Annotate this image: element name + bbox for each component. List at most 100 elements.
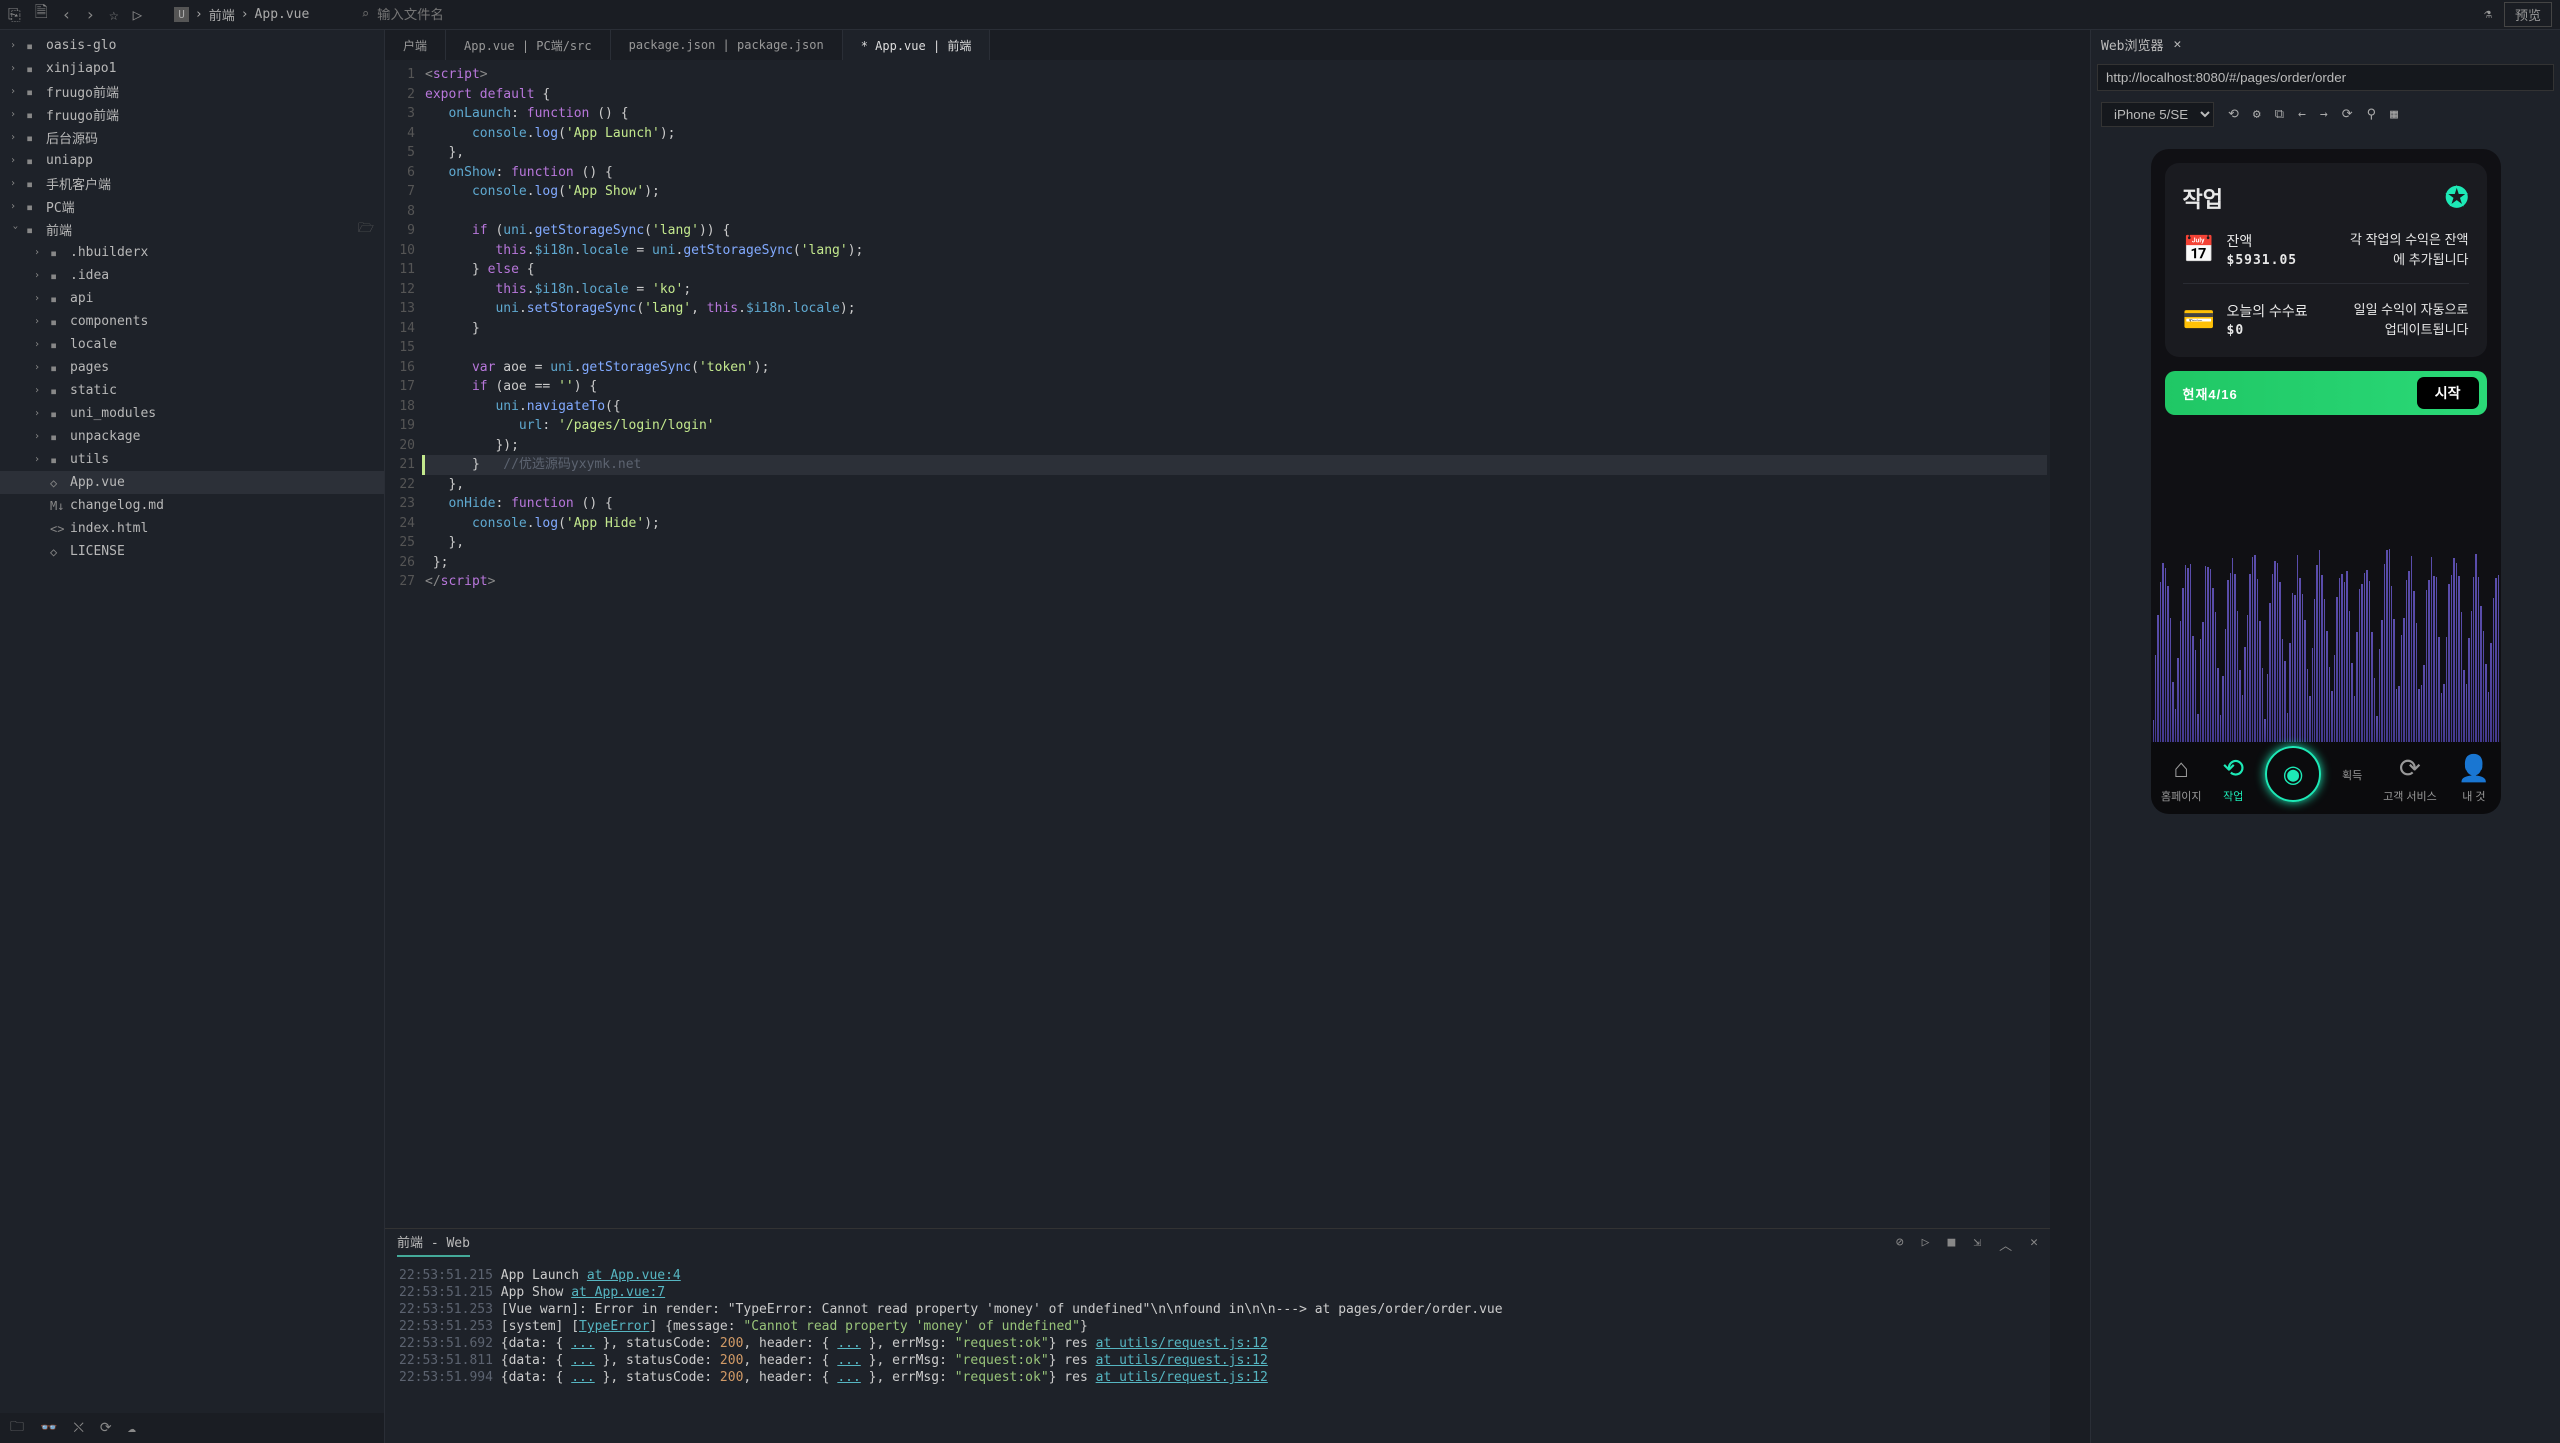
console-tab[interactable]: 前端 - Web xyxy=(397,1232,470,1257)
editor-tab[interactable]: package.json | package.json xyxy=(611,30,843,60)
folder-icon: ▪ xyxy=(50,246,64,260)
lock-icon[interactable]: ⚲ xyxy=(2367,107,2377,122)
device-select[interactable]: iPhone 5/SE xyxy=(2101,102,2214,127)
console-output[interactable]: 22:53:51.215 App Launch at App.vue:422:5… xyxy=(385,1259,2050,1443)
tree-label: pages xyxy=(70,360,109,375)
folder-icon: ▪ xyxy=(50,292,64,306)
nav-icon: ⟲ xyxy=(2222,753,2244,784)
tree-item[interactable]: ›▪fruugo前端 xyxy=(0,80,384,103)
console-collapse-icon[interactable]: ︿ xyxy=(1999,1235,2012,1254)
preview-tab-label[interactable]: Web浏览器 xyxy=(2101,35,2163,54)
nav-item[interactable]: 👤내 것 xyxy=(2458,753,2490,804)
tree-item[interactable]: ›▪uniapp xyxy=(0,149,384,172)
console-square-icon[interactable]: ■ xyxy=(1948,1235,1956,1254)
minimap[interactable] xyxy=(2050,60,2090,1443)
tree-item[interactable]: ›▪fruugo前端 xyxy=(0,103,384,126)
tree-item[interactable]: ›▪utils xyxy=(0,448,384,471)
tree-item[interactable]: ›▪components xyxy=(0,310,384,333)
code-editor[interactable]: 1234567891011121314151617181920212223242… xyxy=(385,60,2050,1228)
tree-label: LICENSE xyxy=(70,544,125,559)
tree-item[interactable]: ›▪static xyxy=(0,379,384,402)
back-icon[interactable]: ‹ xyxy=(62,5,72,24)
tree-item[interactable]: ›▪pages xyxy=(0,356,384,379)
console-close-icon[interactable]: ✕ xyxy=(2030,1235,2038,1254)
console-play-icon[interactable]: ▷ xyxy=(1922,1235,1930,1254)
save-icon[interactable]: 🗎 xyxy=(35,1,48,28)
explorer-icon[interactable]: 🗀 xyxy=(10,1416,24,1440)
popout-icon[interactable]: ⧉ xyxy=(2275,107,2284,122)
close-icon[interactable]: ✕ xyxy=(2173,37,2181,52)
nav-label: 내 것 xyxy=(2462,788,2485,804)
tree-label: App.vue xyxy=(70,475,125,490)
folder-icon: ▪ xyxy=(50,269,64,283)
filename-input[interactable] xyxy=(377,7,577,22)
chevron-icon: › xyxy=(10,40,20,51)
chevron-icon: › xyxy=(10,86,20,97)
editor-tab[interactable]: * App.vue | 前端 xyxy=(843,30,991,60)
nav-back-icon[interactable]: ← xyxy=(2298,107,2306,122)
star-icon[interactable]: ☆ xyxy=(109,5,119,24)
nav-center-button[interactable]: ◉ xyxy=(2265,746,2321,802)
tree-item[interactable]: ›▪api xyxy=(0,287,384,310)
md-icon: M↓ xyxy=(50,499,64,513)
forward-icon[interactable]: › xyxy=(85,5,95,24)
tree-item[interactable]: ›▪.hbuilderx xyxy=(0,241,384,264)
file-icon: ◇ xyxy=(50,545,64,559)
breadcrumb-file[interactable]: App.vue xyxy=(255,7,310,22)
tree-item[interactable]: ›▪前端🗁 xyxy=(0,218,384,241)
tree-label: uniapp xyxy=(46,153,93,168)
nav-label: 작업 xyxy=(2223,788,2243,804)
tree-item[interactable]: ›▪oasis-glo xyxy=(0,34,384,57)
run-icon[interactable]: ▷ xyxy=(133,5,143,24)
tree-label: 手机客户端 xyxy=(46,174,111,193)
rotate-icon[interactable]: ⟲ xyxy=(2228,107,2239,122)
tree-item[interactable]: ›▪PC端 xyxy=(0,195,384,218)
start-button[interactable]: 시작 xyxy=(2417,377,2479,409)
grid-icon[interactable]: ▦ xyxy=(2390,107,2398,122)
bug-icon[interactable]: ⛌ xyxy=(73,1420,83,1436)
tree-item[interactable]: ›▪locale xyxy=(0,333,384,356)
tree-item[interactable]: ◇ LICENSE xyxy=(0,540,384,563)
breadcrumb-folder[interactable]: 前端 xyxy=(209,5,235,24)
gear-icon[interactable]: ⚙ xyxy=(2253,107,2261,122)
url-input[interactable] xyxy=(2097,64,2554,91)
open-icon[interactable]: ⎘ xyxy=(8,5,21,25)
preview-button[interactable]: 预览 xyxy=(2504,2,2552,27)
tree-item[interactable]: ›▪unpackage xyxy=(0,425,384,448)
editor-tab[interactable]: 户端 xyxy=(385,30,446,60)
tree-item[interactable]: ›▪手机客户端 xyxy=(0,172,384,195)
file-explorer: ›▪oasis-glo›▪xinjiapo1›▪fruugo前端›▪fruugo… xyxy=(0,30,385,1443)
chevron-icon: › xyxy=(34,270,44,281)
search-icon[interactable]: ⌕ xyxy=(361,7,369,22)
nav-label: 획득 xyxy=(2342,767,2362,783)
console-export-icon[interactable]: ⇲ xyxy=(1973,1235,1981,1254)
tree-item[interactable]: ◇App.vue xyxy=(0,471,384,494)
folder-icon: ▪ xyxy=(50,453,64,467)
chevron-icon: › xyxy=(10,132,20,143)
nav-item[interactable]: ⟳고객 서비스 xyxy=(2383,753,2437,804)
editor-tab[interactable]: App.vue | PC端/src xyxy=(446,30,611,60)
cloud-icon[interactable]: ☁ xyxy=(128,1420,136,1436)
tree-item[interactable]: ›▪.idea xyxy=(0,264,384,287)
refresh-icon[interactable]: ⟳ xyxy=(100,1420,112,1436)
breadcrumb: U › 前端 › App.vue xyxy=(174,5,309,24)
equalizer-graphic xyxy=(2151,542,2501,742)
nav-forward-icon[interactable]: → xyxy=(2320,107,2328,122)
nav-item[interactable]: 획득 xyxy=(2342,767,2362,783)
phone-preview[interactable]: 작업 ✪ 📅 잔액 $5931.05 각 작업의 수익은 잔액에 추가됩니다 💳 xyxy=(2151,149,2501,814)
folder-open-icon: ▪ xyxy=(26,223,40,237)
filter-icon[interactable]: ⚗ xyxy=(2484,7,2492,22)
binoculars-icon[interactable]: 👓 xyxy=(40,1420,57,1436)
folder-icon: ▪ xyxy=(50,361,64,375)
reload-icon[interactable]: ⟳ xyxy=(2342,107,2353,122)
folder-icon: ▪ xyxy=(26,39,40,53)
nav-item[interactable]: ⟲ 작업 xyxy=(2222,753,2244,804)
tree-item[interactable]: ›▪后台源码 xyxy=(0,126,384,149)
tree-item[interactable]: ›▪uni_modules xyxy=(0,402,384,425)
tree-item[interactable]: ›▪xinjiapo1 xyxy=(0,57,384,80)
tree-item[interactable]: <>index.html xyxy=(0,517,384,540)
chevron-icon: › xyxy=(34,408,44,419)
tree-item[interactable]: M↓changelog.md xyxy=(0,494,384,517)
nav-item[interactable]: ⌂홈페이지 xyxy=(2161,753,2201,804)
console-stop-icon[interactable]: ⊘ xyxy=(1896,1235,1904,1254)
